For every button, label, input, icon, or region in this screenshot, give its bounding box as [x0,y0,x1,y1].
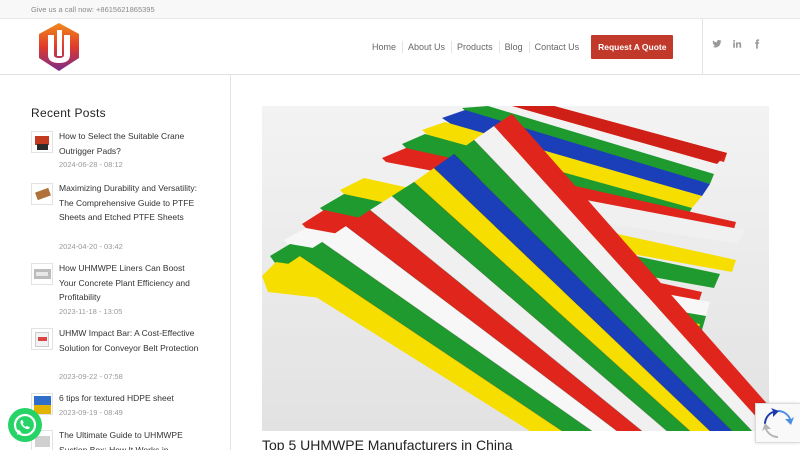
nav-blog[interactable]: Blog [498,19,529,75]
header-divider [702,19,703,75]
site-header: Home About Us Products Blog Contact Us R… [0,19,800,75]
colored-plastic-sheets-image [262,106,769,431]
twitter-icon[interactable] [712,39,722,49]
post-thumbnail[interactable] [31,328,53,350]
post-thumbnail[interactable] [31,131,53,153]
nav-contact-us[interactable]: Contact Us [528,19,586,75]
post-date: 2023-09-22 - 07:58 [59,372,123,381]
social-links [712,39,762,49]
whatsapp-chat-button[interactable] [8,408,42,442]
featured-image-uhmwpe-sheets[interactable] [262,106,769,431]
post-date: 2023-09-19 - 08:49 [59,408,123,417]
post-date: 2024-04-20 - 03:42 [59,242,123,251]
post-title-link[interactable]: How UHMWPE Liners Can Boost Your Concret… [59,261,201,305]
article-title[interactable]: Top 5 UHMWPE Manufacturers in China [262,437,513,450]
post-title-link[interactable]: UHMW Impact Bar: A Cost-Effective Soluti… [59,326,201,355]
linkedin-icon[interactable] [732,39,742,49]
post-title-link[interactable]: Maximizing Durability and Versatility: T… [59,181,201,225]
top-bar: Give us a call now: +8615621865395 [0,0,800,19]
call-us-text: Give us a call now: +8615621865395 [31,5,155,14]
post-title-link[interactable]: 6 tips for textured HDPE sheet [59,391,201,406]
post-title-link[interactable]: How to Select the Suitable Crane Outrigg… [59,129,201,158]
recent-posts-heading: Recent Posts [31,106,106,120]
post-date: 2023-11-18 - 13:05 [59,307,123,316]
nav-about-us[interactable]: About Us [402,19,451,75]
recaptcha-badge[interactable] [755,403,800,443]
recaptcha-icon [762,408,794,438]
request-quote-button[interactable]: Request A Quote [591,35,674,59]
nav-products[interactable]: Products [451,19,499,75]
whatsapp-icon [13,413,37,437]
post-date: 2024-06-28 - 08:12 [59,160,123,169]
company-logo[interactable] [36,21,82,73]
post-title-link[interactable]: The Ultimate Guide to UHMWPE Suction Box… [59,428,201,450]
sidebar: Recent Posts How to Select the Suitable … [0,75,231,450]
post-thumbnail[interactable] [31,263,53,285]
post-thumbnail[interactable] [31,183,53,205]
nav-home[interactable]: Home [366,19,402,75]
main-nav: Home About Us Products Blog Contact Us R… [366,19,674,75]
facebook-icon[interactable] [752,39,762,49]
